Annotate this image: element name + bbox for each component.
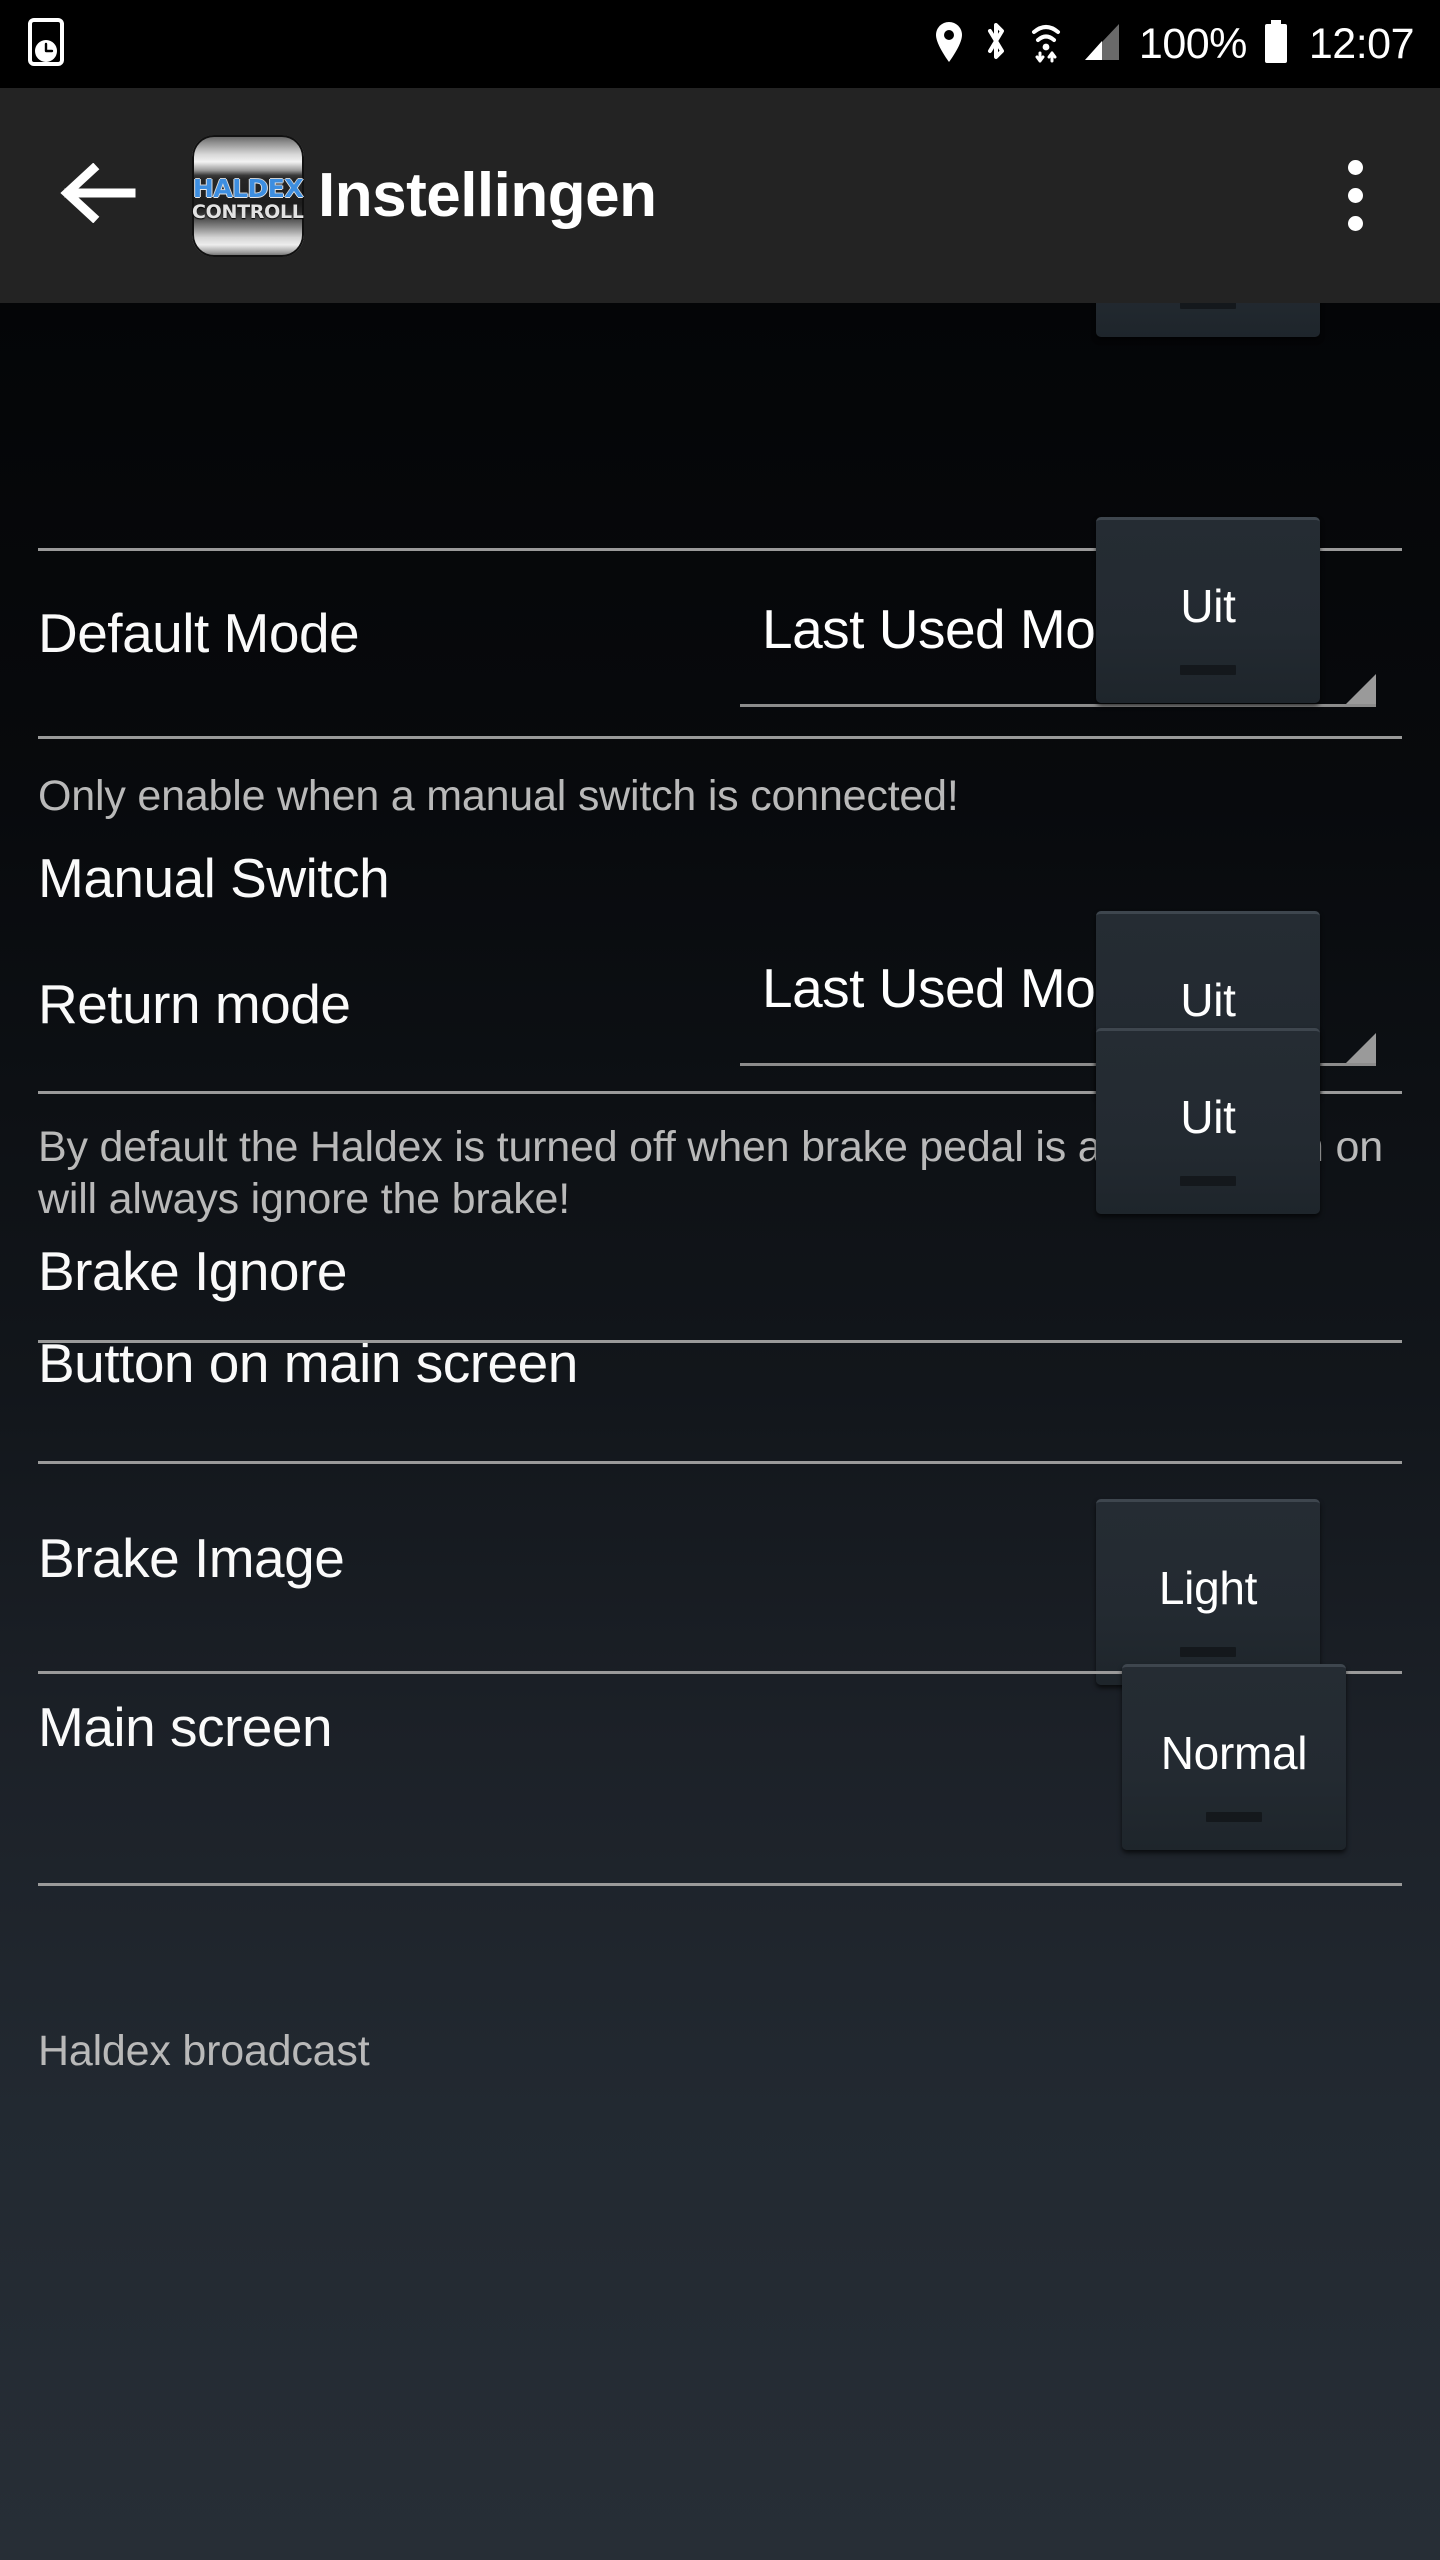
app-logo-icon: HALDEX CONTROLLER bbox=[192, 134, 304, 257]
clipped-value-button-above[interactable] bbox=[1096, 303, 1320, 337]
status-bar-clock: 12:07 bbox=[1308, 19, 1415, 68]
overflow-menu-icon-dot-1 bbox=[1347, 160, 1363, 175]
battery-icon bbox=[1263, 19, 1289, 70]
chevron-down-icon bbox=[1346, 674, 1376, 704]
battery-percent-label: 100% bbox=[1138, 19, 1247, 68]
spinner-underline bbox=[740, 704, 1376, 707]
app-toolbar: HALDEX CONTROLLER Instellingen bbox=[0, 88, 1440, 303]
value-button-brake-image[interactable]: Light bbox=[1096, 1499, 1320, 1685]
divider-5-hidden bbox=[38, 1340, 1402, 1343]
value-button-main-screen[interactable]: Normal bbox=[1122, 1664, 1346, 1850]
value-button-label-brake-image: Light bbox=[1158, 1561, 1258, 1614]
value-button-underbar bbox=[1180, 1647, 1236, 1657]
cellular-signal-icon bbox=[1081, 20, 1123, 69]
arrow-left-icon bbox=[59, 162, 137, 228]
value-button-button-on-main-screen[interactable]: Uit bbox=[1096, 1028, 1320, 1214]
back-button[interactable] bbox=[50, 148, 146, 244]
app-screen: 100% 12:07 HALDEX CONTROLLER bbox=[0, 0, 1440, 2560]
settings-list[interactable]: Default Mode Last Used Mode Only enable … bbox=[0, 303, 1440, 2560]
divider-6 bbox=[38, 1883, 1402, 1886]
value-button-label-brake-ignore: Uit bbox=[1180, 973, 1236, 1026]
status-bar-right-icons: 100% 12:07 bbox=[933, 19, 1415, 70]
value-button-underbar bbox=[1180, 665, 1236, 675]
setting-label-default-mode: Default Mode bbox=[38, 602, 360, 664]
divider-2 bbox=[38, 736, 1402, 739]
setting-label-brake-ignore: Brake Ignore bbox=[38, 1240, 347, 1302]
value-button-label-button-on-main-screen: Uit bbox=[1180, 1090, 1236, 1143]
setting-label-manual-switch: Manual Switch bbox=[38, 847, 390, 909]
page-title: Instellingen bbox=[318, 161, 657, 230]
app-logo-text: HALDEX CONTROLLER bbox=[192, 176, 304, 222]
value-button-label-main-screen: Normal bbox=[1160, 1726, 1308, 1779]
value-button-underbar bbox=[1206, 1812, 1262, 1822]
setting-label-return-mode: Return mode bbox=[38, 973, 351, 1035]
overflow-menu-button[interactable] bbox=[1310, 136, 1400, 256]
status-bar: 100% 12:07 bbox=[0, 0, 1440, 88]
value-button-underbar bbox=[1180, 303, 1236, 309]
app-logo-line2: CONTROLLER bbox=[192, 200, 304, 223]
value-button-label-manual-switch: Uit bbox=[1180, 579, 1236, 632]
overflow-menu-icon-dot-3 bbox=[1347, 216, 1363, 231]
setting-label-main-screen: Main screen bbox=[38, 1696, 333, 1758]
setting-label-brake-image: Brake Image bbox=[38, 1527, 345, 1589]
bluetooth-icon bbox=[981, 19, 1011, 70]
wifi-icon bbox=[1027, 19, 1065, 70]
divider-4 bbox=[38, 1461, 1402, 1464]
help-text-manual-switch: Only enable when a manual switch is conn… bbox=[38, 772, 959, 820]
location-pin-icon bbox=[933, 20, 965, 69]
device-clock-icon bbox=[26, 17, 66, 71]
overflow-menu-icon-dot-2 bbox=[1347, 188, 1363, 203]
status-bar-left-icons bbox=[26, 17, 66, 71]
setting-label-haldex-broadcast: Haldex broadcast bbox=[38, 2027, 370, 2075]
chevron-down-icon bbox=[1346, 1033, 1376, 1063]
value-button-underbar bbox=[1180, 1176, 1236, 1186]
app-logo-line1: HALDEX bbox=[192, 173, 304, 203]
value-button-manual-switch[interactable]: Uit bbox=[1096, 517, 1320, 703]
